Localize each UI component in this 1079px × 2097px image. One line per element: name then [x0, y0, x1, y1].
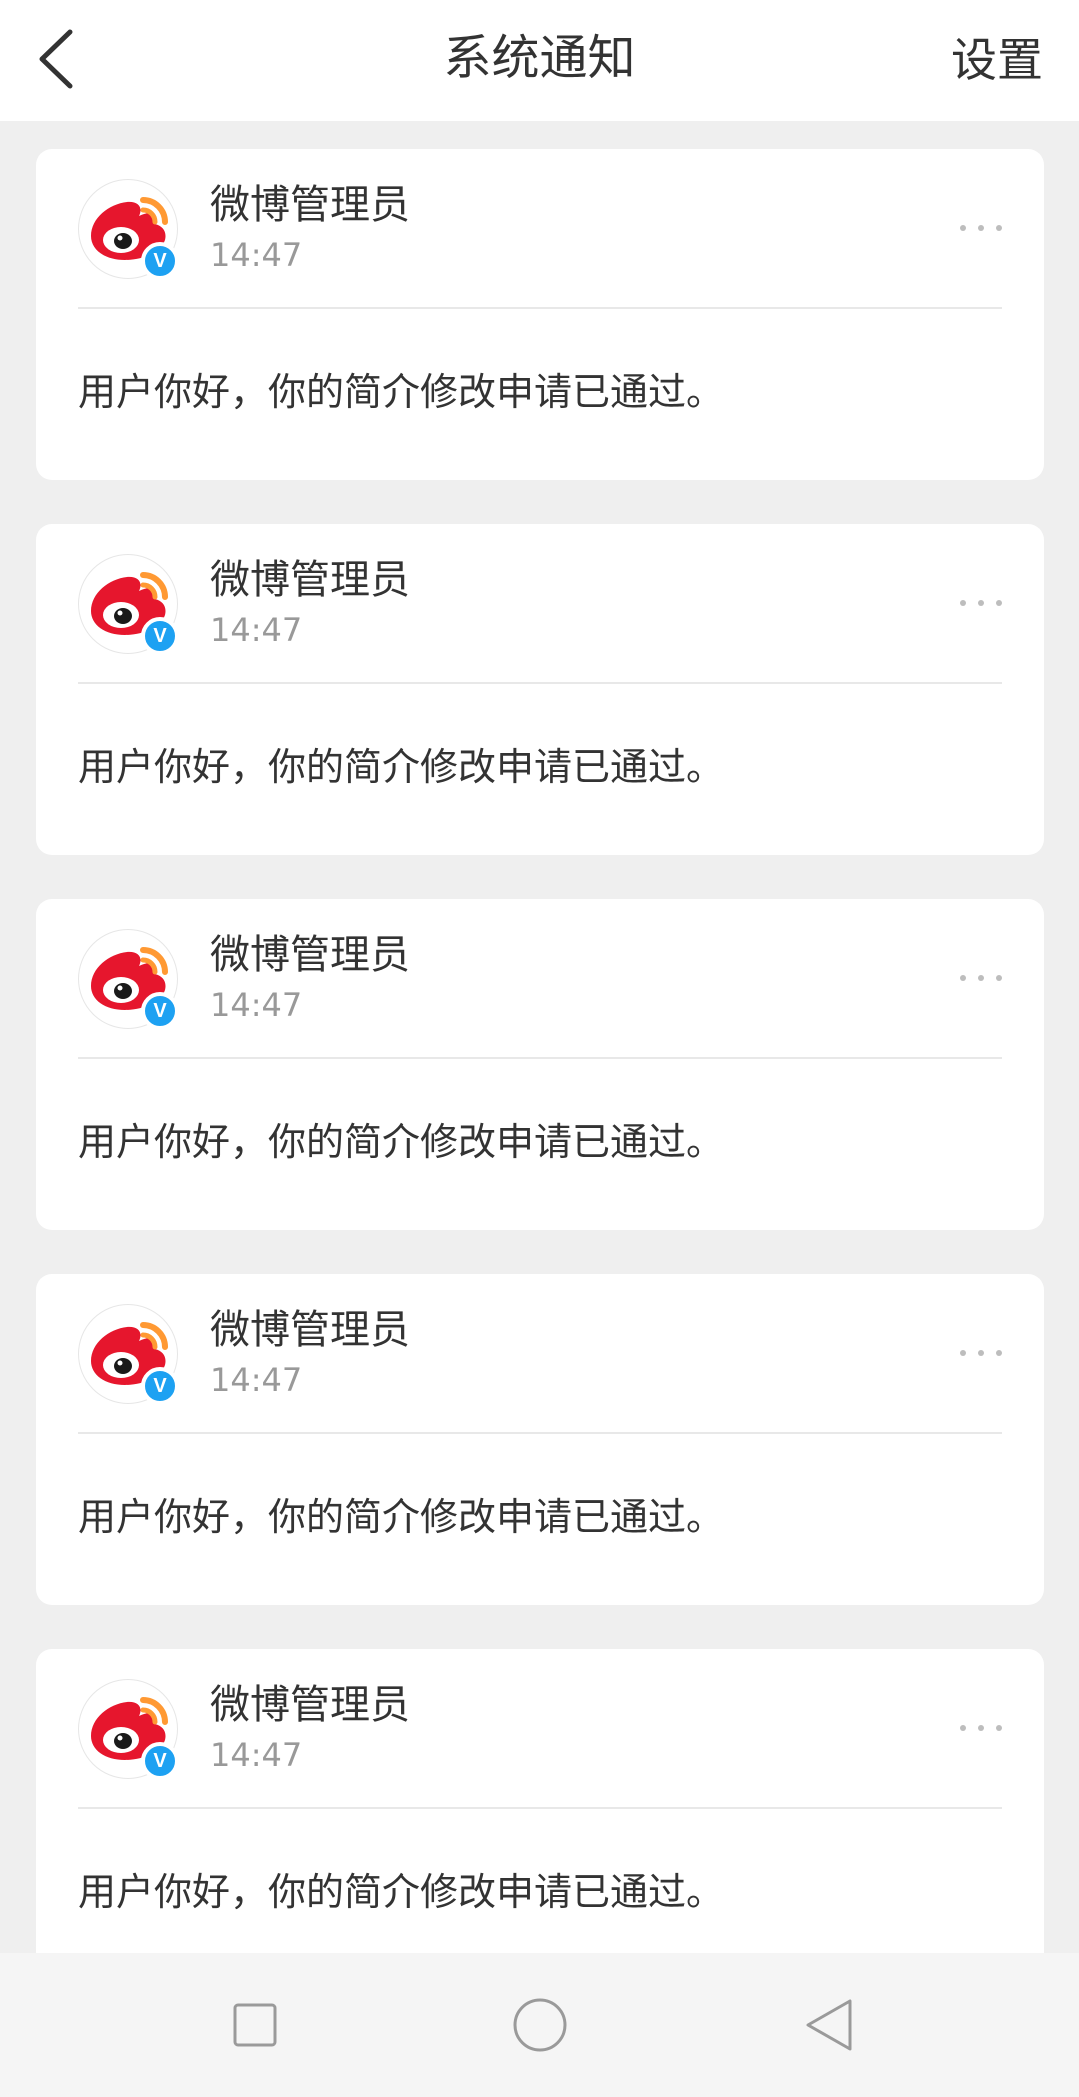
- notification-card[interactable]: V 微博管理员 14:47 用户你好，你的简介修改申请已通过。: [36, 149, 1044, 480]
- notification-message: 用户你好，你的简介修改申请已通过。: [78, 1870, 725, 1914]
- notification-message: 用户你好，你的简介修改申请已通过。: [78, 1495, 725, 1539]
- verified-badge-icon: V: [141, 1742, 179, 1780]
- square-icon: [233, 2003, 277, 2047]
- divider: [78, 1432, 1002, 1434]
- verified-badge-icon: V: [141, 242, 179, 280]
- sender-name: 微博管理员: [210, 182, 410, 228]
- notification-message: 用户你好，你的简介修改申请已通过。: [78, 745, 725, 789]
- notification-card[interactable]: V 微博管理员 14:47 用户你好，你的简介修改申请已通过。: [36, 1274, 1044, 1605]
- recent-apps-button[interactable]: [225, 1995, 285, 2055]
- timestamp: 14:47: [210, 1361, 303, 1399]
- timestamp: 14:47: [210, 611, 303, 649]
- sender-name: 微博管理员: [210, 932, 410, 978]
- timestamp: 14:47: [210, 1736, 303, 1774]
- page-title: 系统通知: [443, 30, 636, 86]
- avatar[interactable]: V: [78, 554, 179, 655]
- more-dots-icon: [960, 225, 966, 231]
- more-options-button[interactable]: [958, 213, 1004, 241]
- more-dots-icon: [960, 975, 966, 981]
- sender-name: 微博管理员: [210, 557, 410, 603]
- more-options-button[interactable]: [958, 588, 1004, 616]
- notification-card[interactable]: V 微博管理员 14:47 用户你好，你的简介修改申请已通过。: [36, 899, 1044, 1230]
- avatar[interactable]: V: [78, 929, 179, 1030]
- notification-card[interactable]: V 微博管理员 14:47 用户你好，你的简介修改申请已通过。: [36, 1649, 1044, 1979]
- notification-message: 用户你好，你的简介修改申请已通过。: [78, 1120, 725, 1164]
- system-navigation-bar: [0, 1953, 1079, 2097]
- divider: [78, 1057, 1002, 1059]
- more-options-button[interactable]: [958, 1338, 1004, 1366]
- top-bar: 系统通知 设置: [0, 0, 1079, 121]
- more-options-button[interactable]: [958, 963, 1004, 991]
- sender-name: 微博管理员: [210, 1307, 410, 1353]
- more-options-button[interactable]: [958, 1713, 1004, 1741]
- avatar[interactable]: V: [78, 1304, 179, 1405]
- notification-card[interactable]: V 微博管理员 14:47 用户你好，你的简介修改申请已通过。: [36, 524, 1044, 855]
- verified-badge-icon: V: [141, 1367, 179, 1405]
- divider: [78, 682, 1002, 684]
- sender-name: 微博管理员: [210, 1682, 410, 1728]
- system-back-button[interactable]: [800, 1995, 860, 2055]
- notification-message: 用户你好，你的简介修改申请已通过。: [78, 370, 725, 414]
- more-dots-icon: [960, 600, 966, 606]
- timestamp: 14:47: [210, 986, 303, 1024]
- settings-button[interactable]: 设置: [951, 30, 1043, 90]
- timestamp: 14:47: [210, 236, 303, 274]
- divider: [78, 1807, 1002, 1809]
- verified-badge-icon: V: [141, 617, 179, 655]
- more-dots-icon: [960, 1725, 966, 1731]
- home-button[interactable]: [510, 1995, 570, 2055]
- triangle-back-icon: [806, 1999, 852, 2051]
- verified-badge-icon: V: [141, 992, 179, 1030]
- avatar[interactable]: V: [78, 1679, 179, 1780]
- circle-icon: [513, 1998, 567, 2052]
- avatar[interactable]: V: [78, 179, 179, 280]
- more-dots-icon: [960, 1350, 966, 1356]
- divider: [78, 307, 1002, 309]
